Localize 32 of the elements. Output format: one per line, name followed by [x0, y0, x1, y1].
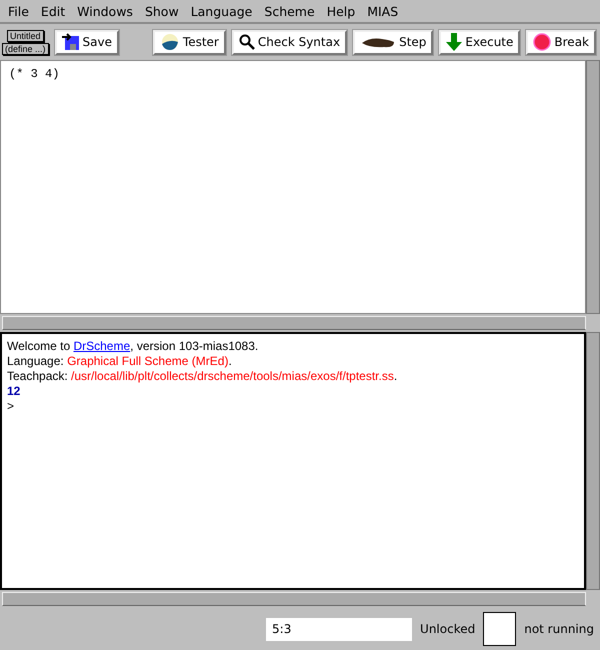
menu-item[interactable]: Language — [184, 4, 258, 18]
console-text: Teachpack: — [7, 369, 69, 383]
file-label: Untitled — [7, 30, 44, 42]
toolbar-button[interactable]: Break — [526, 30, 596, 54]
console-text: . — [394, 369, 398, 383]
menu-item[interactable]: Windows — [71, 4, 139, 18]
menu-item[interactable]: File — [2, 4, 35, 18]
definitions-editor[interactable]: (* 3 4) — [0, 60, 586, 314]
toolbar-button[interactable]: Step — [353, 30, 434, 54]
console-text: > — [7, 399, 14, 413]
menu-item[interactable]: Scheme — [258, 4, 321, 18]
toolbar-button[interactable]: Execute — [439, 30, 520, 54]
position-field: 5:3 — [266, 618, 412, 640]
console-text: Welcome to — [7, 339, 72, 353]
console-text: Graphical Full Scheme (MrEd) — [67, 354, 228, 368]
lock-status: Unlocked — [420, 622, 476, 636]
console-text: . — [228, 354, 232, 368]
interactions-panel[interactable]: Welcome to DrScheme, version 103-mias1083. Language: Graphical Full Scheme (MrEd). Teachpack: /usr/local/lib/plt/collects/drscheme/tools/mias/exos/f/tptestr.ss. 12 > — [0, 332, 586, 590]
console-text: /usr/local/lib/plt/collects/drscheme/tools/mias/exos/f/tptestr.ss — [71, 369, 394, 383]
toolbar-button[interactable]: Check Syntax — [232, 30, 348, 54]
menu-item[interactable]: Show — [138, 4, 185, 18]
menu-item[interactable]: MIAS — [361, 4, 404, 18]
toolbar-button[interactable]: Save — [54, 30, 119, 54]
console-text: 12 — [7, 384, 20, 398]
menu-item[interactable]: Help — [320, 4, 362, 18]
running-status: not running — [524, 622, 594, 636]
console-text: Language: — [7, 354, 65, 368]
console-text: , version 103-mias1083. — [130, 339, 258, 353]
toolbar-button[interactable]: Tester — [152, 30, 226, 54]
define-menu[interactable]: (define ...) — [2, 42, 49, 54]
link[interactable]: DrScheme — [73, 339, 130, 353]
menu-item[interactable]: Edit — [34, 4, 72, 18]
